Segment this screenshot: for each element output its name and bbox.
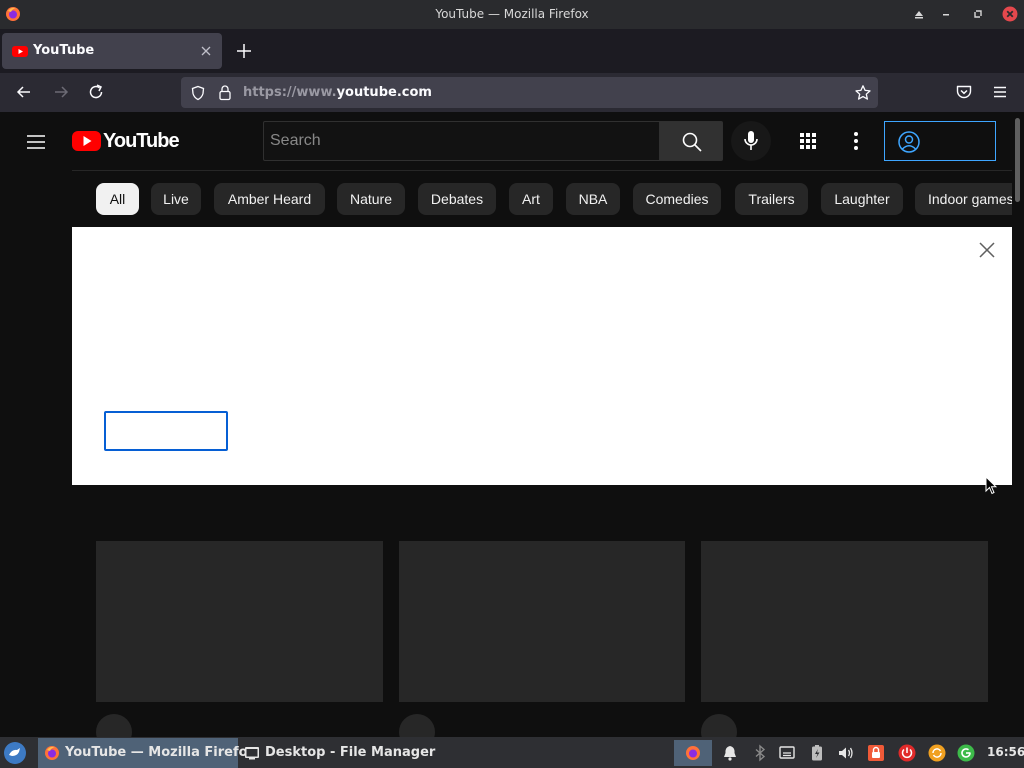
video-thumbnail-placeholder[interactable]	[701, 541, 988, 702]
battery-icon[interactable]	[808, 744, 826, 762]
firefox-icon	[686, 746, 700, 760]
chip-nature[interactable]: Nature	[337, 183, 405, 215]
video-thumbnail-placeholder[interactable]	[96, 541, 383, 702]
account-circle-icon	[898, 131, 920, 153]
search-button[interactable]	[659, 121, 723, 161]
pocket-icon[interactable]	[954, 82, 974, 102]
youtube-page: YouTube All Live Amber Heard Nature	[0, 112, 1024, 737]
youtube-favicon-icon	[12, 43, 28, 59]
window-title: YouTube — Mozilla Firefox	[435, 7, 589, 21]
voice-search-button[interactable]	[731, 121, 771, 161]
youtube-logo-text: YouTube	[103, 130, 180, 152]
consent-action-button[interactable]	[104, 411, 228, 451]
search-input[interactable]	[264, 122, 659, 160]
url-prefix: https://www.	[243, 85, 337, 100]
new-tab-button[interactable]	[234, 41, 254, 61]
url-text[interactable]: https://www.youtube.com	[243, 85, 432, 100]
taskbar-item-label: YouTube — Mozilla Firefox	[65, 745, 256, 760]
url-domain: youtube.com	[336, 85, 432, 100]
volume-icon[interactable]	[837, 744, 855, 762]
chip-all[interactable]: All	[96, 183, 139, 215]
shade-window-button[interactable]	[911, 6, 927, 22]
channel-avatar-placeholder[interactable]	[96, 714, 132, 737]
chip-comedies[interactable]: Comedies	[633, 183, 721, 215]
chip-live[interactable]: Live	[151, 183, 201, 215]
tray-firefox-indicator[interactable]	[674, 740, 712, 766]
lock-screen-icon[interactable]	[867, 744, 885, 762]
chip-nba[interactable]: NBA	[566, 183, 620, 215]
guide-menu-button[interactable]	[24, 130, 48, 154]
tab-title: YouTube	[33, 43, 95, 58]
back-button[interactable]	[14, 82, 34, 102]
power-icon[interactable]	[898, 744, 916, 762]
notification-bell-icon[interactable]	[721, 744, 739, 762]
clock: 16:56	[987, 745, 1024, 759]
channel-avatar-placeholder[interactable]	[399, 714, 435, 737]
taskbar-item-firefox[interactable]: YouTube — Mozilla Firefox	[38, 738, 256, 768]
consent-dialog	[72, 227, 1012, 485]
maximize-window-button[interactable]	[970, 6, 986, 22]
reload-button[interactable]	[86, 82, 106, 102]
chip-laughter[interactable]: Laughter	[821, 183, 903, 215]
url-bar[interactable]: https://www.youtube.com	[181, 77, 878, 108]
chip-amber-heard[interactable]: Amber Heard	[214, 183, 325, 215]
chip-indoor-games[interactable]: Indoor games	[915, 183, 1012, 215]
lock-icon[interactable]	[217, 84, 233, 101]
bluetooth-icon[interactable]	[751, 744, 769, 762]
app-menu-button[interactable]	[990, 82, 1010, 102]
start-menu-button[interactable]	[3, 741, 27, 765]
browser-navigation-bar: https://www.youtube.com	[0, 73, 1024, 112]
mouse-pointer-icon	[985, 476, 997, 495]
filter-chip-bar: All Live Amber Heard Nature Debates Art …	[72, 170, 1012, 226]
minimize-window-button[interactable]	[938, 6, 954, 22]
sync-status-icon[interactable]	[957, 744, 975, 762]
tracking-protection-shield-icon[interactable]	[190, 85, 206, 101]
taskbar: YouTube — Mozilla Firefox Desktop - File…	[0, 737, 1024, 768]
page-scrollbar[interactable]	[1012, 112, 1024, 737]
browser-tab-youtube[interactable]: YouTube	[2, 33, 222, 69]
channel-avatar-placeholder[interactable]	[701, 714, 737, 737]
chip-trailers[interactable]: Trailers	[735, 183, 808, 215]
network-icon[interactable]	[778, 744, 796, 762]
taskbar-item-label: Desktop - File Manager	[265, 745, 436, 760]
search-icon	[682, 132, 702, 152]
taskbar-item-file-manager[interactable]: Desktop - File Manager	[238, 738, 435, 768]
youtube-apps-grid-icon[interactable]	[796, 129, 820, 153]
chip-art[interactable]: Art	[509, 183, 553, 215]
forward-button[interactable]	[51, 82, 71, 102]
microphone-icon	[744, 131, 758, 150]
settings-more-vertical-icon[interactable]	[844, 129, 868, 153]
bookmark-star-icon[interactable]	[854, 84, 872, 102]
video-thumbnail-placeholder[interactable]	[399, 541, 685, 702]
close-icon[interactable]	[978, 241, 996, 259]
youtube-masthead: YouTube	[0, 112, 1012, 170]
close-tab-icon[interactable]	[198, 43, 214, 59]
browser-tab-strip: YouTube	[0, 29, 1024, 73]
youtube-logo[interactable]: YouTube	[72, 130, 192, 152]
scrollbar-thumb[interactable]	[1015, 118, 1020, 202]
search-box[interactable]	[263, 121, 660, 161]
updates-icon[interactable]	[928, 744, 946, 762]
close-window-button[interactable]	[1002, 6, 1018, 22]
chip-debates[interactable]: Debates	[418, 183, 496, 215]
firefox-icon	[44, 745, 60, 761]
file-manager-icon	[244, 745, 260, 761]
sign-in-button[interactable]	[884, 121, 996, 161]
window-titlebar: YouTube — Mozilla Firefox	[0, 0, 1024, 29]
